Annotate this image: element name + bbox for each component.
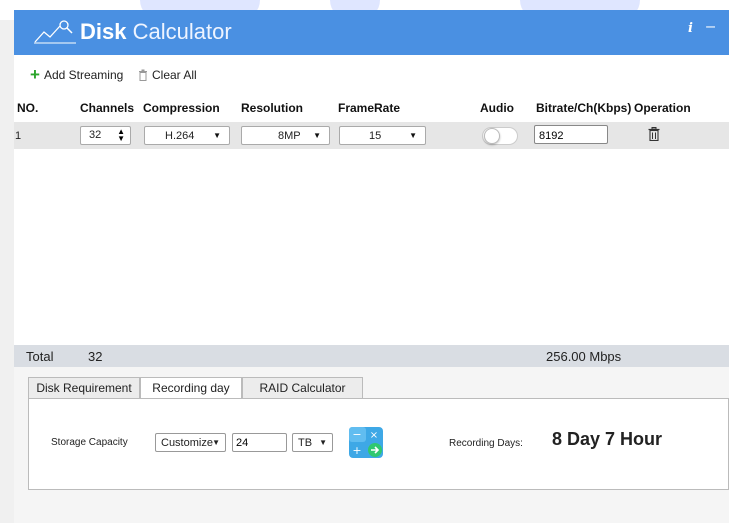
header-compression: Compression [143,101,220,115]
delete-icon[interactable] [648,127,660,141]
framerate-value: 15 [369,130,382,142]
capacity-mode-value: Customize [161,437,213,449]
bitrate-input[interactable] [534,125,608,144]
toolbar: + Add Streaming Clear All [14,55,729,95]
capacity-mode-select[interactable]: Customize ▼ [155,433,226,452]
row-number: 1 [15,130,22,142]
info-button[interactable]: i [688,21,693,36]
channels-stepper[interactable]: 32 ▲ ▼ [80,126,131,145]
stepper-arrows-icon[interactable]: ▲ ▼ [117,128,125,143]
clear-all-label: Clear All [152,68,197,82]
chart-logo-icon [34,20,76,44]
chevron-down-icon: ▼ [313,131,321,140]
storage-capacity-label: Storage Capacity [51,437,128,448]
chevron-down-icon: ▼ [319,438,327,447]
resolution-select[interactable]: 8MP ▼ [241,126,330,145]
streaming-table: NO. Channels Compression Resolution Fram… [14,95,729,345]
compression-value: H.264 [165,130,195,142]
plus-icon: + [30,65,40,84]
header-bitrate: Bitrate/Ch(Kbps) [536,101,632,115]
minimize-button[interactable]: – [706,18,715,36]
table-row: 1 32 ▲ ▼ H.264 ▼ 8MP ▼ 15 ▼ [14,122,729,149]
total-label: Total [26,349,54,364]
recording-days-value: 8 Day 7 Hour [552,429,663,449]
recording-day-panel: Storage Capacity Customize ▼ TB ▼ − × + … [28,399,729,490]
svg-text:×: × [370,430,378,441]
title-bar: Disk Calculator i – [14,10,729,55]
recording-days-label: Recording Days: [449,438,523,449]
compression-select[interactable]: H.264 ▼ [144,126,230,145]
capacity-unit-value: TB [298,437,313,449]
capacity-unit-select[interactable]: TB ▼ [292,433,333,452]
header-channels: Channels [80,101,135,115]
toggle-knob [484,128,500,144]
clear-all-button[interactable]: Clear All [138,68,197,82]
chevron-down-icon: ▼ [409,131,417,140]
tab-recording-day[interactable]: Recording day [140,377,242,400]
header-audio: Audio [480,101,514,115]
total-count: 32 [88,349,103,364]
add-streaming-button[interactable]: + Add Streaming [30,65,124,84]
trash-icon [139,69,147,81]
capacity-input[interactable] [232,433,287,452]
tab-disk-requirement[interactable]: Disk Requirement [28,377,140,399]
app-title: Disk Calculator [80,19,232,44]
table-header: NO. Channels Compression Resolution Fram… [14,95,729,122]
header-framerate: FrameRate [338,101,401,115]
calculator-icon[interactable]: − × + [348,426,386,459]
total-bitrate: 256.00 Mbps [546,349,622,364]
header-no: NO. [17,101,39,115]
chevron-down-icon: ▼ [212,438,220,447]
header-operation: Operation [634,101,691,115]
header-resolution: Resolution [241,101,303,115]
svg-text:−: − [352,428,361,441]
tab-raid-calculator[interactable]: RAID Calculator [242,377,363,399]
channels-value: 32 [89,129,102,141]
audio-toggle[interactable] [482,127,518,145]
framerate-select[interactable]: 15 ▼ [339,126,426,145]
add-streaming-label: Add Streaming [43,68,124,82]
svg-text:+: + [352,444,361,457]
resolution-value: 8MP [278,130,301,142]
total-bar: Total 32 256.00 Mbps [14,345,729,367]
chevron-down-icon: ▼ [213,131,221,140]
